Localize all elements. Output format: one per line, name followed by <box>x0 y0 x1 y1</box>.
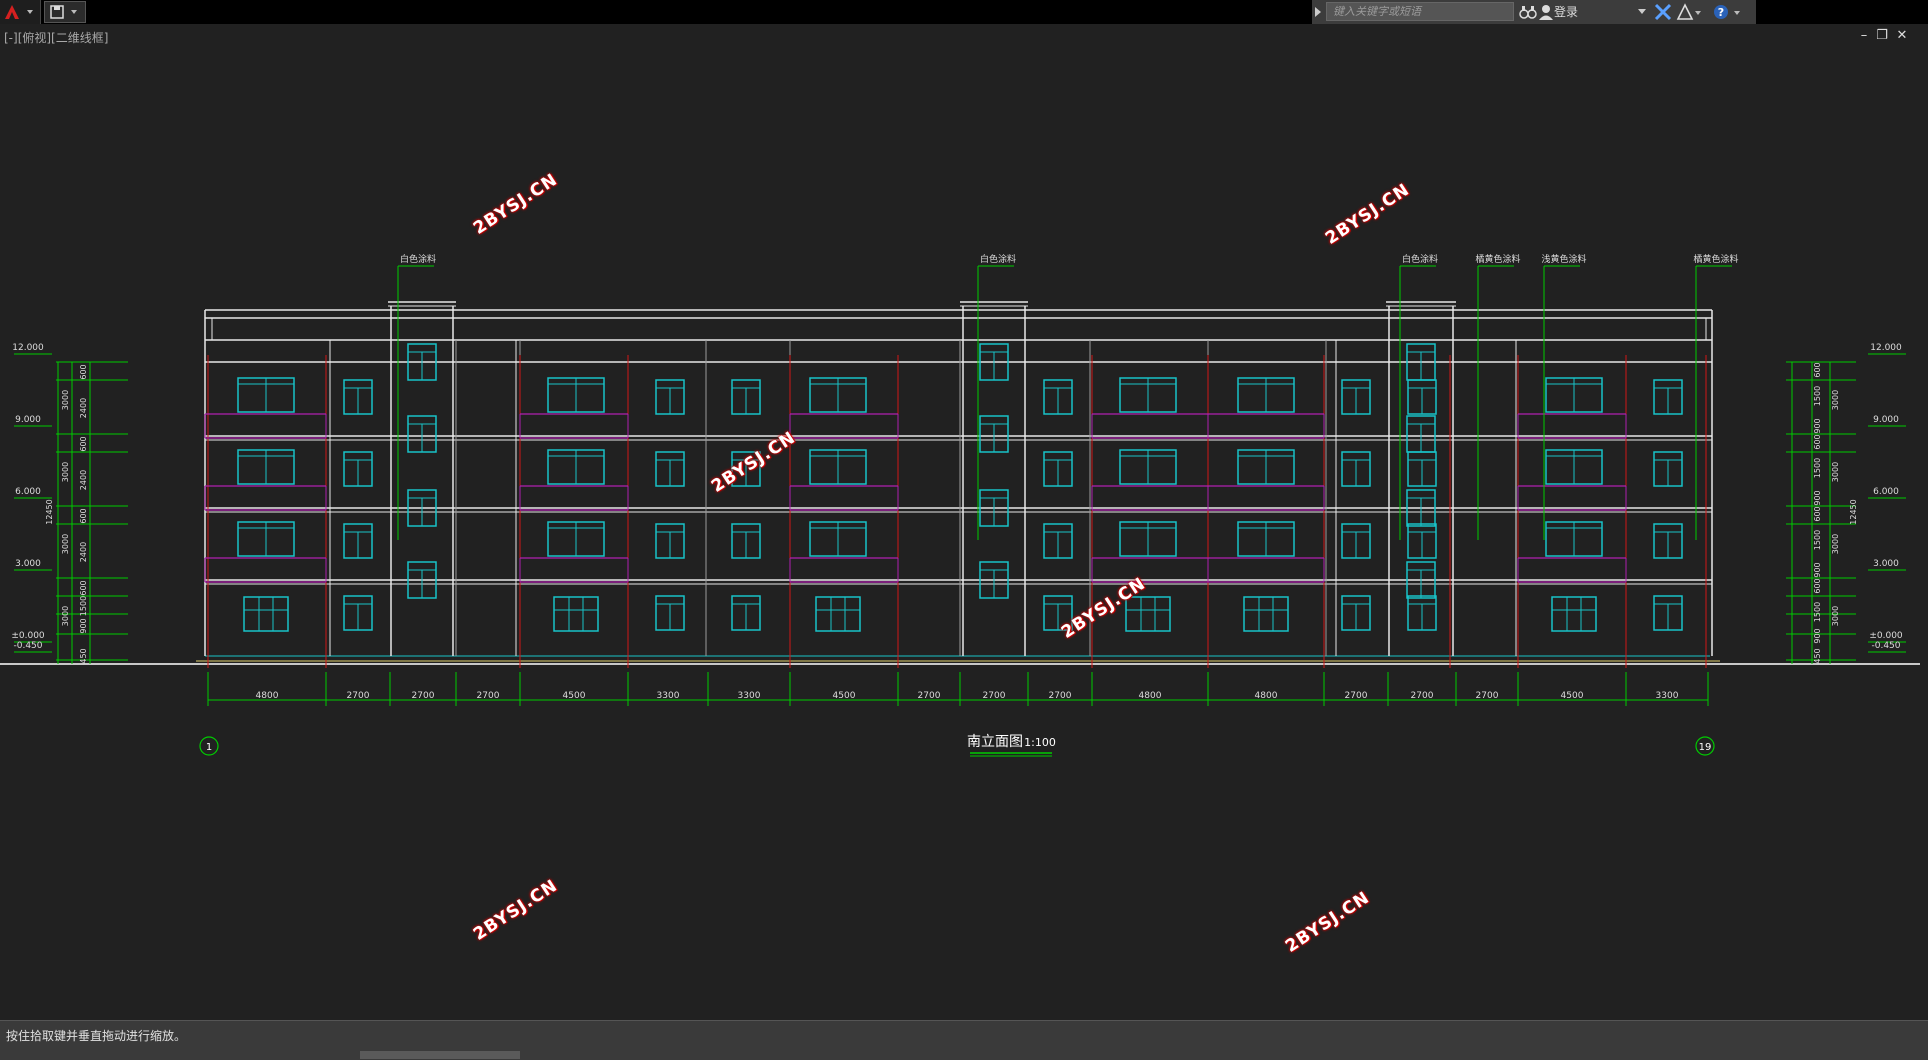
bay-dimension: 4800 <box>256 691 279 701</box>
height-dimension: 450 <box>79 648 88 663</box>
height-dimension: 3000 <box>1831 606 1840 626</box>
bay-dimension: 4500 <box>833 691 856 701</box>
bay-dimension: 2700 <box>1411 691 1434 701</box>
bay-dimension: 4800 <box>1255 691 1278 701</box>
elevation-mark: ±0.000 <box>11 631 45 641</box>
height-dimension: 3000 <box>61 390 70 410</box>
title-bar: 键入关键字或短语 登录 ? <box>0 0 1928 24</box>
bay-dimension: 2700 <box>347 691 370 701</box>
svg-text:?: ? <box>1718 6 1724 19</box>
axis-label: 19 <box>1699 742 1712 753</box>
height-dimension: 2400 <box>79 398 88 418</box>
elevation-mark: -0.450 <box>13 641 42 651</box>
elevation-mark: 12.000 <box>12 343 44 353</box>
application-menu-button[interactable] <box>0 0 41 24</box>
height-dimension: 12450 <box>1849 499 1858 524</box>
login-dropdown-icon[interactable] <box>1638 9 1646 15</box>
height-dimension: 600 <box>79 436 88 451</box>
height-dimension: 3000 <box>61 534 70 554</box>
height-dimension: 900 <box>1813 418 1822 433</box>
height-dimension: 600 <box>79 508 88 523</box>
bay-dimension: 4500 <box>563 691 586 701</box>
command-prompt: 按住拾取键并垂直拖动进行缩放。 <box>6 1029 187 1043</box>
elevation-mark: 3.000 <box>15 559 41 569</box>
material-label: 白色涂料 <box>400 253 436 265</box>
exchange-icon[interactable] <box>1654 3 1672 21</box>
material-label: 浅黄色涂料 <box>1541 253 1586 265</box>
save-icon <box>50 5 77 19</box>
height-dimension: 3000 <box>1831 534 1840 554</box>
ground-window <box>1243 596 1289 632</box>
height-dimension: 3000 <box>61 606 70 626</box>
height-dimension: 600 <box>79 580 88 595</box>
height-dimension: 600 <box>1813 362 1822 377</box>
infocenter-bar: 键入关键字或短语 登录 ? <box>1312 0 1756 24</box>
material-label: 橘黄色涂料 <box>1693 253 1738 265</box>
elevation-mark: 3.000 <box>1873 559 1899 569</box>
height-dimension: 2400 <box>79 542 88 562</box>
height-dimension: 450 <box>1813 648 1822 663</box>
height-dimension: 600 <box>1813 506 1822 521</box>
bay-dimension: 2700 <box>1345 691 1368 701</box>
ground-window <box>1125 596 1171 632</box>
ground-window <box>243 596 289 632</box>
height-dimension: 600 <box>1813 578 1822 593</box>
height-dimension: 3000 <box>61 462 70 482</box>
elevation-mark: ±0.000 <box>1869 631 1903 641</box>
height-dimension: 600 <box>79 364 88 379</box>
bay-dimension: 4800 <box>1139 691 1162 701</box>
bay-dimension: 2700 <box>1049 691 1072 701</box>
height-dimension: 3000 <box>1831 462 1840 482</box>
height-dimension: 900 <box>1813 628 1822 643</box>
bay-dimension: 2700 <box>1476 691 1499 701</box>
material-label: 白色涂料 <box>1402 253 1438 265</box>
height-dimension: 900 <box>79 618 88 633</box>
bay-dimension: 4500 <box>1561 691 1584 701</box>
elevation-mark: -0.450 <box>1871 641 1900 651</box>
autocad-logo-icon <box>5 5 33 19</box>
elevation-mark: 9.000 <box>1873 415 1899 425</box>
bay-dimension: 2700 <box>477 691 500 701</box>
bay-dimension: 2700 <box>412 691 435 701</box>
login-button[interactable]: 登录 <box>1554 3 1578 21</box>
height-dimension: 600 <box>1813 434 1822 449</box>
elevation-mark: 12.000 <box>1870 343 1902 353</box>
height-dimension: 1500 <box>1813 458 1822 478</box>
height-dimension: 1500 <box>79 596 88 616</box>
material-label: 橘黄色涂料 <box>1475 253 1520 265</box>
quick-access-toolbar[interactable] <box>44 1 86 23</box>
height-dimension: 12450 <box>45 499 54 524</box>
ground-window <box>815 596 861 632</box>
axis-label: 1 <box>206 742 212 753</box>
bay-dimension: 2700 <box>918 691 941 701</box>
height-dimension: 2400 <box>79 470 88 490</box>
material-label: 白色涂料 <box>980 253 1016 265</box>
command-line[interactable]: 按住拾取键并垂直拖动进行缩放。 <box>0 1020 1928 1060</box>
height-dimension: 1500 <box>1813 602 1822 622</box>
drawing-title: 南立面图 <box>967 734 1023 750</box>
height-dimension: 1500 <box>1813 386 1822 406</box>
height-dimension: 900 <box>1813 490 1822 505</box>
search-input[interactable]: 键入关键字或短语 <box>1326 2 1514 21</box>
binoculars-icon[interactable] <box>1518 3 1538 21</box>
elevation-mark: 6.000 <box>15 487 41 497</box>
bay-dimension: 3300 <box>657 691 680 701</box>
bay-dimension: 3300 <box>738 691 761 701</box>
bay-dimension: 3300 <box>1656 691 1679 701</box>
drawing-canvas[interactable]: 白色涂料 白色涂料 白色涂料 橘黄色涂料 浅黄色涂料 橘黄色涂料 4800 2700 2700 2… <box>0 24 1928 1020</box>
ground-window <box>1551 596 1597 632</box>
drawing-scale: 1:100 <box>1024 736 1056 749</box>
height-dimension: 3000 <box>1831 390 1840 410</box>
elevation-mark: 6.000 <box>1873 487 1899 497</box>
height-dimension: 1500 <box>1813 530 1822 550</box>
ground-window <box>553 596 599 632</box>
horizontal-scrollbar[interactable] <box>360 1051 520 1059</box>
bay-dimension: 2700 <box>983 691 1006 701</box>
height-dimension: 900 <box>1813 562 1822 577</box>
elevation-mark: 9.000 <box>15 415 41 425</box>
help-icon[interactable]: ? <box>1712 3 1744 21</box>
user-icon <box>1539 5 1553 20</box>
expand-arrow-icon[interactable] <box>1314 6 1322 18</box>
autodesk-app-icon[interactable] <box>1676 3 1702 21</box>
